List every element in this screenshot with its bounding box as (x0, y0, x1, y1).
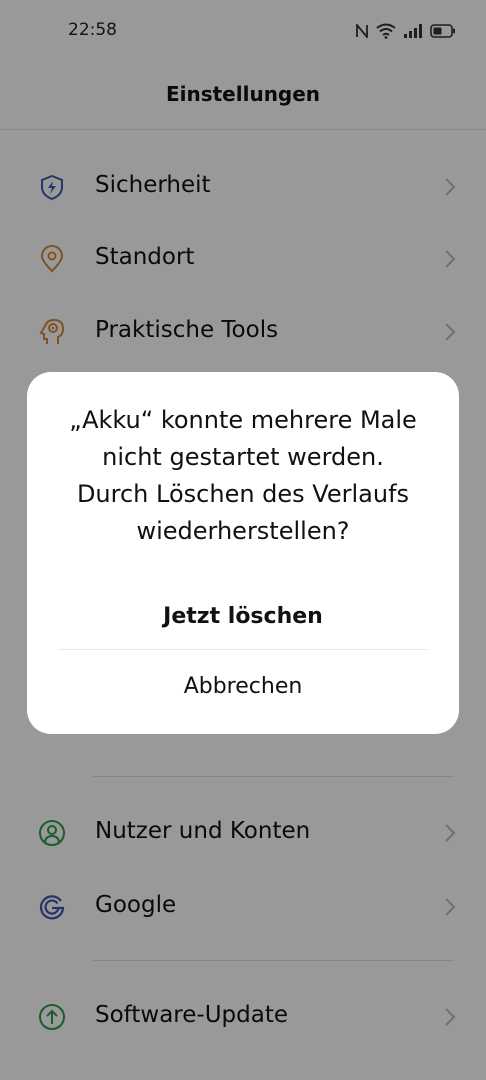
clear-history-dialog: „Akku“ konnte mehrere Male nicht gestart… (27, 372, 459, 734)
dialog-message: „Akku“ konnte mehrere Male nicht gestart… (69, 406, 417, 545)
dialog-divider (59, 649, 427, 650)
confirm-clear-button[interactable]: Jetzt löschen (59, 592, 427, 642)
cancel-button[interactable]: Abbrechen (59, 662, 427, 712)
